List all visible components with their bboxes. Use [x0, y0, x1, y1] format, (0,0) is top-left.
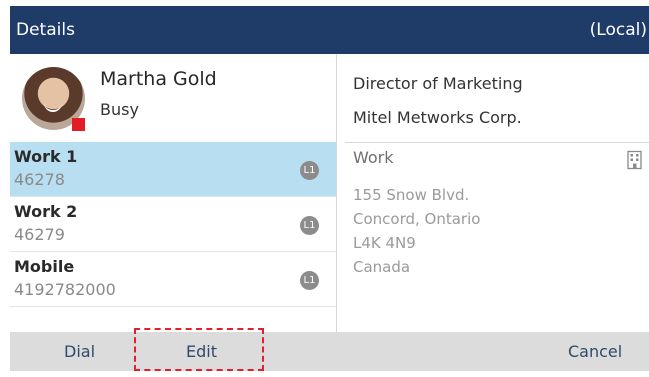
job-title: Director of Marketing: [353, 74, 523, 93]
number-row-mobile[interactable]: Mobile 4192782000 L1: [10, 252, 336, 307]
address-type: Work: [353, 148, 394, 167]
line-badge-icon: L1: [300, 216, 319, 235]
dial-button[interactable]: Dial: [64, 332, 95, 371]
number-list: Work 1 46278 L1 Work 2 46279 L1 Mobile 4…: [10, 142, 336, 307]
address-line: Canada: [353, 258, 411, 276]
number-row-work-2[interactable]: Work 2 46279 L1: [10, 197, 336, 252]
title-bar: Details (Local): [10, 6, 649, 54]
cancel-button[interactable]: Cancel: [568, 332, 622, 371]
divider: [345, 142, 649, 143]
address-line: 155 Snow Blvd.: [353, 186, 470, 204]
number-label: Work 1: [14, 147, 78, 166]
address-line: L4K 4N9: [353, 234, 416, 252]
address-line: Concord, Ontario: [353, 210, 481, 228]
presence-status: Busy: [100, 100, 139, 119]
edit-button[interactable]: Edit: [186, 332, 217, 371]
building-icon[interactable]: [625, 150, 645, 170]
contact-details-screen: Details (Local) Martha Gold Busy Directo…: [10, 6, 649, 371]
column-divider: [336, 54, 337, 332]
number-label: Mobile: [14, 257, 75, 276]
number-label: Work 2: [14, 202, 78, 221]
number-value: 4192782000: [14, 280, 116, 299]
job-info: Director of Marketing Mitel Metworks Cor…: [353, 54, 643, 142]
contact-name: Martha Gold: [100, 68, 217, 90]
directory-label: (Local): [589, 20, 647, 40]
number-value: 46278: [14, 170, 65, 189]
number-value: 46279: [14, 225, 65, 244]
page-title: Details: [16, 20, 75, 40]
line-badge-icon: L1: [300, 271, 319, 290]
contact-summary: Martha Gold Busy: [10, 54, 336, 144]
avatar-face: [44, 103, 62, 112]
softkey-bar: Dial Edit Cancel: [10, 332, 649, 371]
number-row-work-1[interactable]: Work 1 46278 L1: [10, 142, 336, 197]
presence-busy-icon: [72, 118, 85, 131]
line-badge-icon: L1: [300, 161, 319, 180]
company-name: Mitel Metworks Corp.: [353, 108, 522, 127]
